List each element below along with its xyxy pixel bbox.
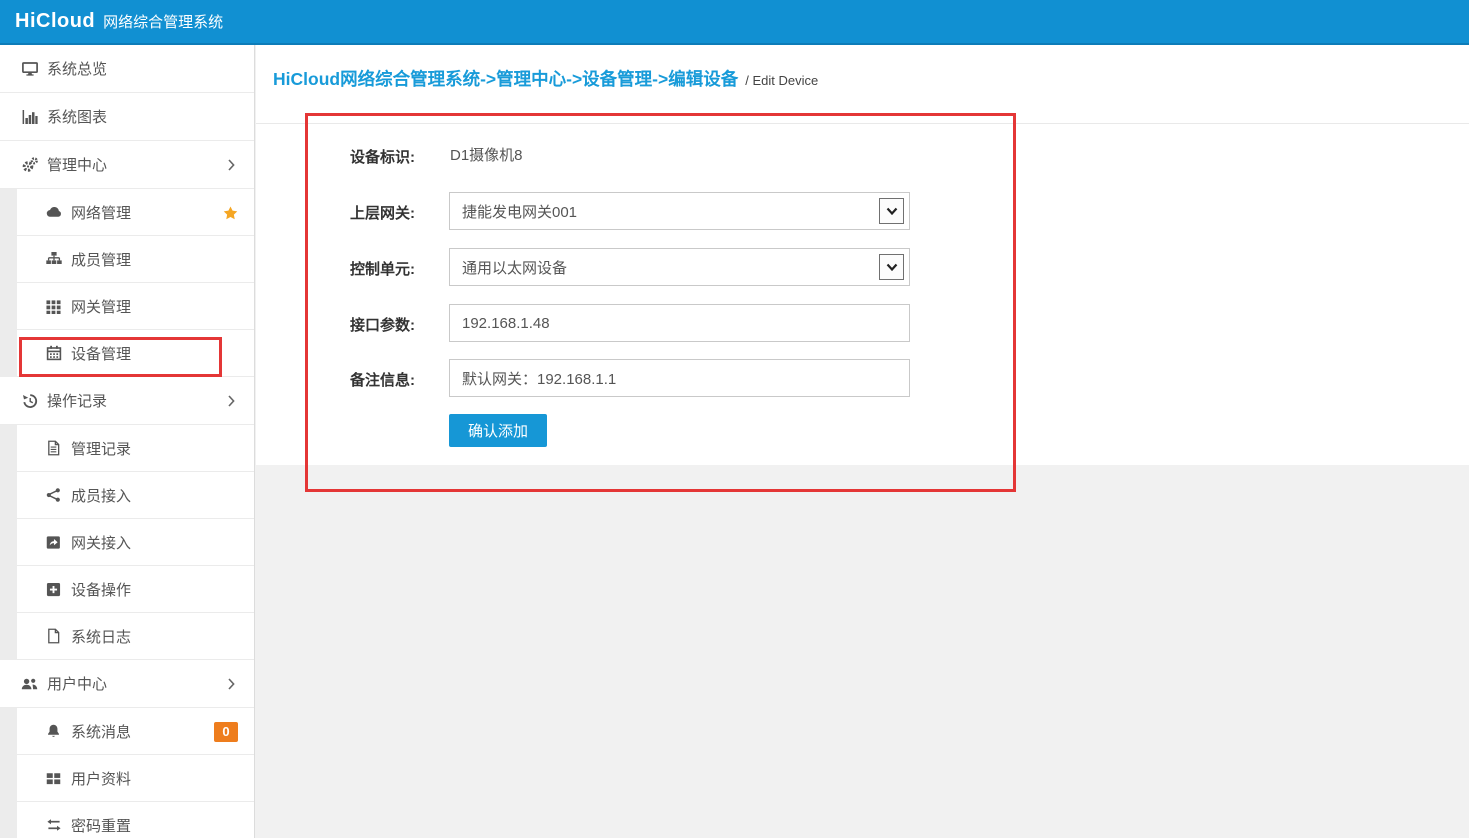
submenu-indent (0, 425, 17, 472)
device-id-label: 设备标识: (350, 146, 440, 167)
interface-params-value: 192.168.1.48 (462, 315, 550, 332)
sidebar-item-label: 设备管理 (71, 343, 131, 364)
breadcrumb: HiCloud网络综合管理系统->管理中心->设备管理->编辑设备 / Edit… (273, 66, 818, 91)
sidebar-item-device-management[interactable]: 设备管理 (0, 330, 254, 377)
control-unit-selected-value: 通用以太网设备 (462, 257, 567, 278)
sidebar-item-management-records[interactable]: 管理记录 (0, 425, 254, 472)
sidebar-item-label: 系统消息 (71, 721, 131, 742)
submenu-indent (0, 236, 17, 283)
sidebar-item-member-management[interactable]: 成员管理 (0, 236, 254, 283)
sidebar-item-label: 网关接入 (71, 532, 131, 553)
chevron-right-icon (228, 159, 235, 171)
sidebar-item-label: 系统总览 (47, 58, 107, 79)
share-icon (44, 487, 63, 503)
dropdown-button[interactable] (879, 198, 904, 224)
desktop-icon (20, 61, 39, 77)
submenu-indent (0, 519, 17, 566)
interface-params-input[interactable]: 192.168.1.48 (449, 304, 910, 342)
star-icon (223, 205, 238, 220)
breadcrumb-divider (256, 123, 1469, 124)
sidebar-item-device-operation[interactable]: 设备操作 (0, 566, 254, 613)
breadcrumb-trail[interactable]: HiCloud网络综合管理系统->管理中心->设备管理->编辑设备 (273, 66, 738, 91)
history-icon (20, 393, 39, 409)
sitemap-icon (44, 251, 63, 267)
file-icon (44, 628, 63, 644)
cloud-icon (44, 204, 63, 220)
bell-icon (44, 723, 63, 739)
sidebar-item-member-access[interactable]: 成员接入 (0, 472, 254, 519)
sidebar-item-gateway-access[interactable]: 网关接入 (0, 519, 254, 566)
chevron-right-icon (228, 678, 235, 690)
sidebar-item-label: 密码重置 (71, 815, 131, 836)
sidebar-item-label: 网关管理 (71, 296, 131, 317)
sidebar-item-network-management[interactable]: 网络管理 (0, 189, 254, 236)
file-text-icon (44, 440, 63, 456)
submenu-indent (0, 708, 17, 755)
sidebar-item-gateway-management[interactable]: 网关管理 (0, 283, 254, 330)
chevron-down-icon (886, 263, 898, 271)
sidebar-item-system-messages[interactable]: 系统消息 0 (0, 708, 254, 755)
sidebar-item-label: 用户资料 (71, 768, 131, 789)
sidebar-item-label: 用户中心 (47, 673, 107, 694)
sidebar-item-system-charts[interactable]: 系统图表 (0, 93, 254, 141)
submenu-indent (0, 330, 17, 377)
exchange-icon (44, 817, 63, 833)
remark-value: 默认网关：192.168.1.1 (462, 368, 616, 389)
submenu-indent (0, 755, 17, 802)
upper-gateway-selected-value: 捷能发电网关001 (462, 201, 577, 222)
sidebar-item-label: 管理记录 (71, 438, 131, 459)
device-id-value: D1摄像机8 (450, 144, 523, 165)
sidebar-item-label: 成员接入 (71, 485, 131, 506)
dropdown-button[interactable] (879, 254, 904, 280)
calendar-icon (44, 345, 63, 361)
submenu-indent (0, 802, 17, 838)
chevron-down-icon (886, 207, 898, 215)
confirm-add-button[interactable]: 确认添加 (449, 414, 547, 447)
gears-icon (20, 157, 39, 173)
app-header: HiCloud 网络综合管理系统 (0, 0, 1469, 45)
chevron-right-icon (228, 395, 235, 407)
breadcrumb-suffix: / Edit Device (745, 73, 818, 88)
th-large-icon (44, 771, 63, 786)
submenu-indent (0, 613, 17, 660)
remark-input[interactable]: 默认网关：192.168.1.1 (449, 359, 910, 397)
sidebar-item-label: 设备操作 (71, 579, 131, 600)
submenu-indent (0, 189, 17, 236)
submenu-indent (0, 283, 17, 330)
sidebar-item-label: 系统图表 (47, 106, 107, 127)
sidebar-item-label: 成员管理 (71, 249, 131, 270)
upper-gateway-label: 上层网关: (350, 202, 440, 223)
sidebar-item-management-center[interactable]: 管理中心 (0, 141, 254, 189)
submenu-indent (0, 566, 17, 613)
remark-label: 备注信息: (350, 369, 440, 390)
control-unit-select[interactable]: 通用以太网设备 (449, 248, 910, 286)
bar-chart-icon (20, 109, 39, 125)
sidebar-item-user-center[interactable]: 用户中心 (0, 660, 254, 708)
sidebar-item-label: 系统日志 (71, 626, 131, 647)
sidebar-item-label: 网络管理 (71, 202, 131, 223)
sidebar-item-system-logs[interactable]: 系统日志 (0, 613, 254, 660)
plus-square-icon (44, 582, 63, 597)
upper-gateway-select[interactable]: 捷能发电网关001 (449, 192, 910, 230)
sidebar-item-label: 操作记录 (47, 390, 107, 411)
sidebar-item-password-reset[interactable]: 密码重置 (0, 802, 254, 838)
share-square-icon (44, 535, 63, 550)
sidebar-item-operation-records[interactable]: 操作记录 (0, 377, 254, 425)
sidebar: 系统总览 系统图表 管理中心 网络管理 (0, 45, 255, 838)
users-icon (20, 676, 39, 692)
message-count-badge: 0 (214, 722, 238, 742)
grid-icon (44, 299, 63, 314)
control-unit-label: 控制单元: (350, 258, 440, 279)
app-title: 网络综合管理系统 (103, 11, 223, 32)
interface-params-label: 接口参数: (350, 314, 440, 335)
sidebar-item-user-profile[interactable]: 用户资料 (0, 755, 254, 802)
submenu-indent (0, 472, 17, 519)
sidebar-item-label: 管理中心 (47, 154, 107, 175)
brand-logo: HiCloud (15, 10, 95, 33)
sidebar-item-system-overview[interactable]: 系统总览 (0, 45, 254, 93)
